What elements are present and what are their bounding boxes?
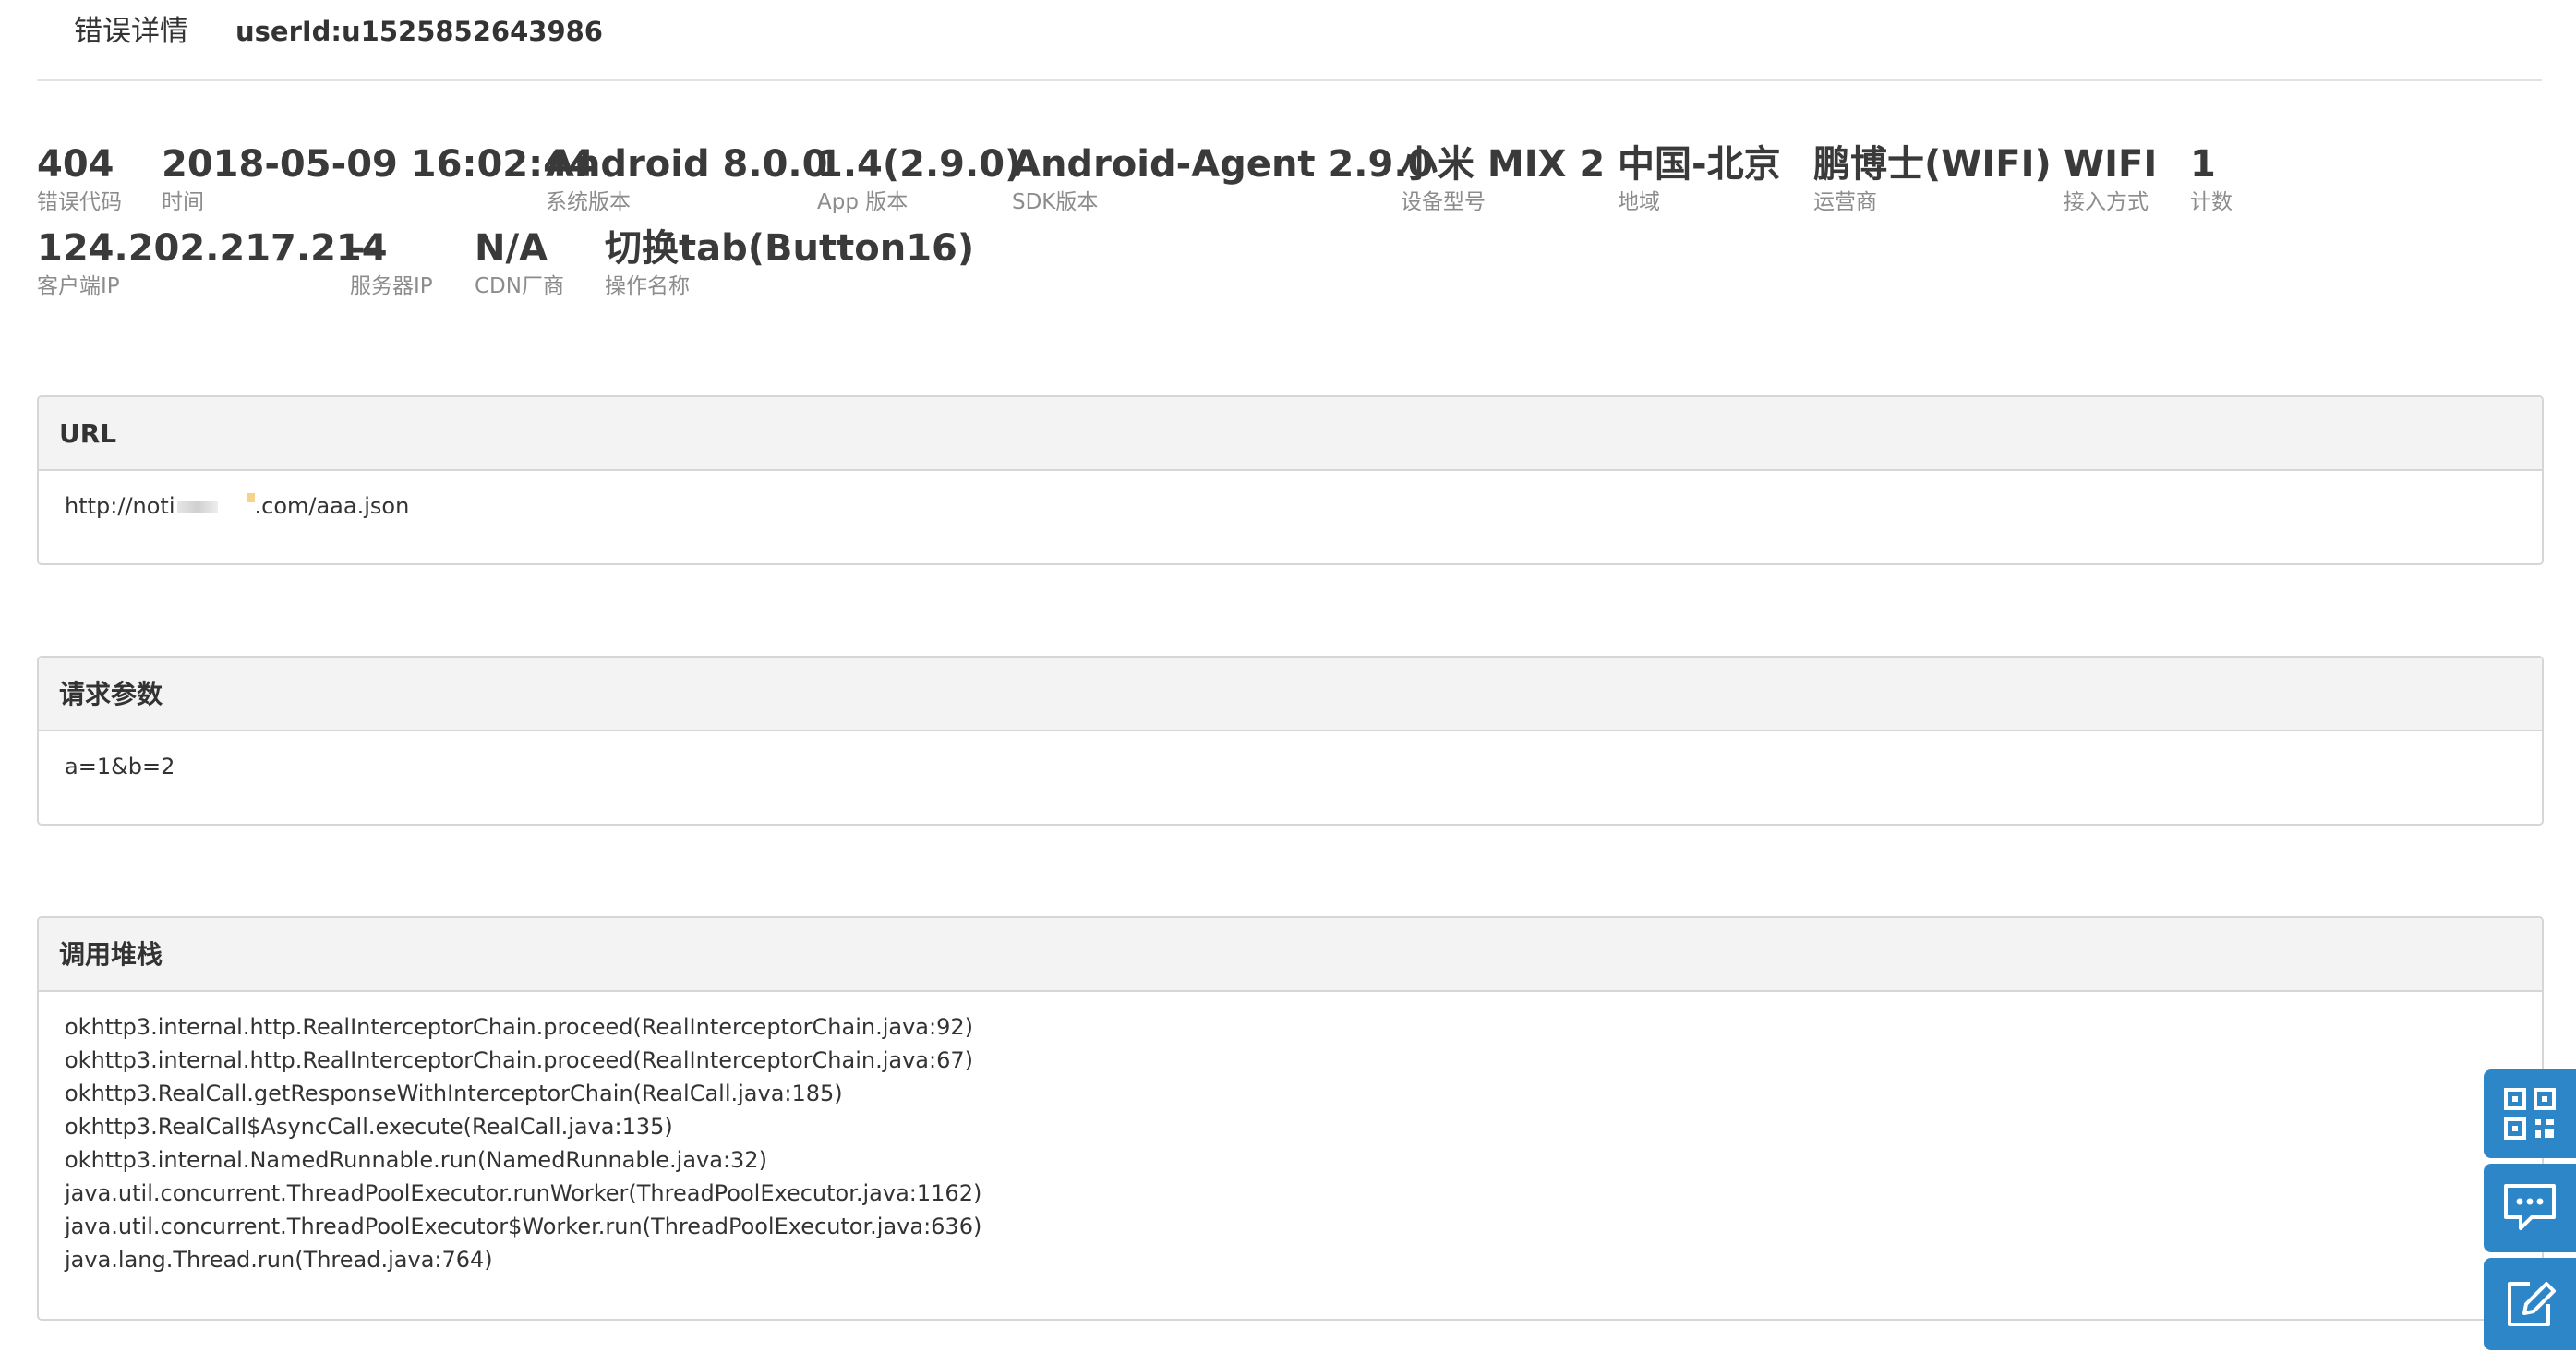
metric-value: 鹏博士(WIFI) <box>1813 143 2052 186</box>
metric-action-name: 切换tab(Button16) 操作名称 <box>605 225 974 300</box>
qr-code-button[interactable] <box>2484 1069 2576 1158</box>
metric-label: App 版本 <box>817 190 909 214</box>
page-title: 错误详情 <box>74 15 188 48</box>
metric-label: 客户端IP <box>37 274 120 298</box>
metric-label: SDK版本 <box>1012 190 1099 214</box>
metric-value: 小米 MIX 2 <box>1401 143 1606 186</box>
metric-count: 1 计数 <box>2190 141 2233 216</box>
url-panel: URL http://noti .com/aaa.json <box>37 395 2544 565</box>
edit-icon <box>2508 1282 2556 1326</box>
metric-region: 中国-北京 地域 <box>1618 141 1781 216</box>
chat-icon <box>2504 1184 2556 1230</box>
metric-value: 124.202.217.214 <box>37 227 388 270</box>
metric-label: 计数 <box>2190 190 2233 214</box>
url-prefix: http://noti <box>65 493 175 519</box>
metric-cdn-vendor: N/A CDN厂商 <box>475 225 564 300</box>
metric-value: 404 <box>37 143 114 186</box>
metric-value: -- <box>350 227 381 270</box>
metric-label: 服务器IP <box>350 274 433 298</box>
chat-button[interactable] <box>2484 1164 2576 1252</box>
metric-error-code: 404 错误代码 <box>37 141 122 216</box>
metric-time: 2018-05-09 16:02:44 时间 <box>162 141 595 216</box>
metric-label: 时间 <box>162 190 204 214</box>
metric-label: 操作名称 <box>605 274 690 298</box>
metric-value: Android 8.0.0 <box>546 143 828 186</box>
url-value: http://noti .com/aaa.json <box>39 471 2542 541</box>
stack-line: java.lang.Thread.run(Thread.java:764) <box>65 1247 493 1273</box>
metric-label: 错误代码 <box>37 190 122 214</box>
stack-line: java.util.concurrent.ThreadPoolExecutor$… <box>65 1214 982 1239</box>
metric-value: Android-Agent 2.9.0 <box>1012 143 1434 186</box>
stack-line: okhttp3.internal.NamedRunnable.run(Named… <box>65 1147 767 1173</box>
metric-sdk-version: Android-Agent 2.9.0 SDK版本 <box>1012 141 1433 216</box>
metric-value: WIFI <box>2064 143 2158 186</box>
metric-value: 1.4(2.9.0) <box>817 143 1022 186</box>
metric-value: 2018-05-09 16:02:44 <box>162 143 595 186</box>
stack-line: java.util.concurrent.ThreadPoolExecutor.… <box>65 1180 982 1206</box>
redacted-mark <box>247 493 255 502</box>
stack-line: okhttp3.RealCall.getResponseWithIntercep… <box>65 1081 843 1106</box>
request-params-panel: 请求参数 a=1&b=2 <box>37 656 2544 826</box>
metric-label: CDN厂商 <box>475 274 564 298</box>
params-value: a=1&b=2 <box>65 754 175 779</box>
panel-title: URL <box>39 397 2542 471</box>
user-id: userId:u1525852643986 <box>235 16 603 47</box>
metric-label: 地域 <box>1618 190 1660 214</box>
metric-client-ip: 124.202.217.214 客户端IP <box>37 225 388 300</box>
stack-lines: okhttp3.internal.http.RealInterceptorCha… <box>39 992 2542 1295</box>
panel-title: 调用堆栈 <box>39 918 2542 992</box>
metric-value: 切换tab(Button16) <box>605 227 975 270</box>
edit-button[interactable] <box>2484 1258 2576 1350</box>
metric-label: 运营商 <box>1813 190 1877 214</box>
metric-device-model: 小米 MIX 2 设备型号 <box>1401 141 1605 216</box>
stack-line: okhttp3.internal.http.RealInterceptorCha… <box>65 1014 973 1040</box>
stack-line: okhttp3.RealCall$AsyncCall.execute(RealC… <box>65 1114 673 1140</box>
metric-value: N/A <box>475 227 548 270</box>
metric-os-version: Android 8.0.0 系统版本 <box>546 141 827 216</box>
url-suffix: .com/aaa.json <box>254 493 410 519</box>
metric-value: 中国-北京 <box>1618 143 1781 186</box>
metric-label: 接入方式 <box>2064 190 2149 214</box>
call-stack-panel: 调用堆栈 okhttp3.internal.http.RealIntercept… <box>37 916 2544 1321</box>
metric-value: 1 <box>2190 143 2216 186</box>
metric-label: 设备型号 <box>1401 190 1486 214</box>
metric-access-type: WIFI 接入方式 <box>2064 141 2157 216</box>
qr-code-icon <box>2504 1088 2556 1140</box>
metric-server-ip: -- 服务器IP <box>350 225 433 300</box>
metric-carrier: 鹏博士(WIFI) 运营商 <box>1813 141 2052 216</box>
page-header: 错误详情 userId:u1525852643986 <box>37 0 2542 81</box>
metric-label: 系统版本 <box>546 190 631 214</box>
metric-app-version: 1.4(2.9.0) App 版本 <box>817 141 1021 216</box>
panel-title: 请求参数 <box>39 658 2542 731</box>
redacted-segment <box>176 501 218 513</box>
stack-line: okhttp3.internal.http.RealInterceptorCha… <box>65 1047 973 1073</box>
